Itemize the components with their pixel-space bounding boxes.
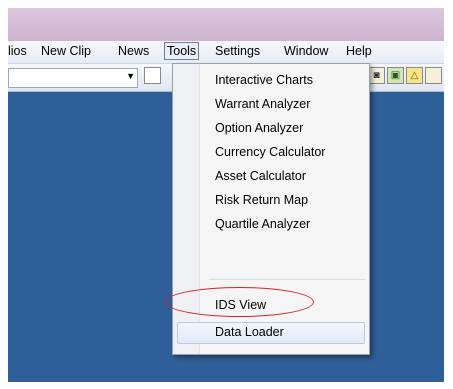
toolbar-button-icon-2[interactable]: ▣ bbox=[387, 67, 404, 84]
menu-item-option-analyzer[interactable]: Option Analyzer bbox=[173, 118, 369, 140]
menu-item-quartile-analyzer[interactable]: Quartile Analyzer bbox=[173, 214, 369, 236]
menu-item-label: Option Analyzer bbox=[215, 121, 304, 135]
menu-item-label: Data Loader bbox=[215, 325, 284, 339]
menu-item-currency-calculator[interactable]: Currency Calculator bbox=[173, 142, 369, 164]
menu-item-label: IDS View bbox=[215, 298, 267, 312]
application-window: lios New Clip News Tools Settings Window… bbox=[8, 8, 444, 382]
menu-item-label: Quartile Analyzer bbox=[215, 217, 311, 231]
menu-item-label: Warrant Analyzer bbox=[215, 97, 311, 111]
chevron-down-icon[interactable]: ▼ bbox=[126, 71, 135, 81]
menu-settings[interactable]: Settings bbox=[215, 44, 260, 58]
tools-dropdown-menu: Interactive Charts Warrant Analyzer Opti… bbox=[172, 63, 370, 355]
menu-item-data-loader[interactable]: Data Loader bbox=[173, 322, 369, 344]
menu-new-clip[interactable]: New Clip bbox=[41, 44, 91, 58]
title-bar bbox=[8, 8, 444, 41]
menu-item-label: Asset Calculator bbox=[215, 169, 307, 183]
menu-help[interactable]: Help bbox=[346, 44, 372, 58]
menu-item-label: Risk Return Map bbox=[215, 193, 309, 207]
menu-item-label: Interactive Charts bbox=[215, 73, 313, 87]
menu-bar: lios New Clip News Tools Settings Window… bbox=[8, 41, 444, 64]
menu-item-interactive-charts[interactable]: Interactive Charts bbox=[173, 70, 369, 92]
toolbar-button-icon-1[interactable]: ◙ bbox=[368, 67, 385, 84]
menu-item-warrant-analyzer[interactable]: Warrant Analyzer bbox=[173, 94, 369, 116]
menu-item-risk-return-map[interactable]: Risk Return Map bbox=[173, 190, 369, 212]
symbol-combo-box[interactable]: ▼ bbox=[8, 68, 138, 88]
menu-separator bbox=[209, 279, 365, 280]
new-page-icon[interactable] bbox=[144, 67, 161, 84]
toolbar-button-icon-4[interactable] bbox=[425, 67, 442, 84]
menu-portfolios[interactable]: lios bbox=[8, 44, 27, 58]
menu-item-ids-view[interactable]: IDS View bbox=[173, 295, 369, 317]
menu-item-asset-calculator[interactable]: Asset Calculator bbox=[173, 166, 369, 188]
menu-window[interactable]: Window bbox=[284, 44, 328, 58]
menu-tools[interactable]: Tools bbox=[164, 42, 200, 60]
alert-icon[interactable]: △ bbox=[406, 67, 423, 84]
menu-news[interactable]: News bbox=[118, 44, 149, 58]
menu-item-label: Currency Calculator bbox=[215, 145, 326, 159]
